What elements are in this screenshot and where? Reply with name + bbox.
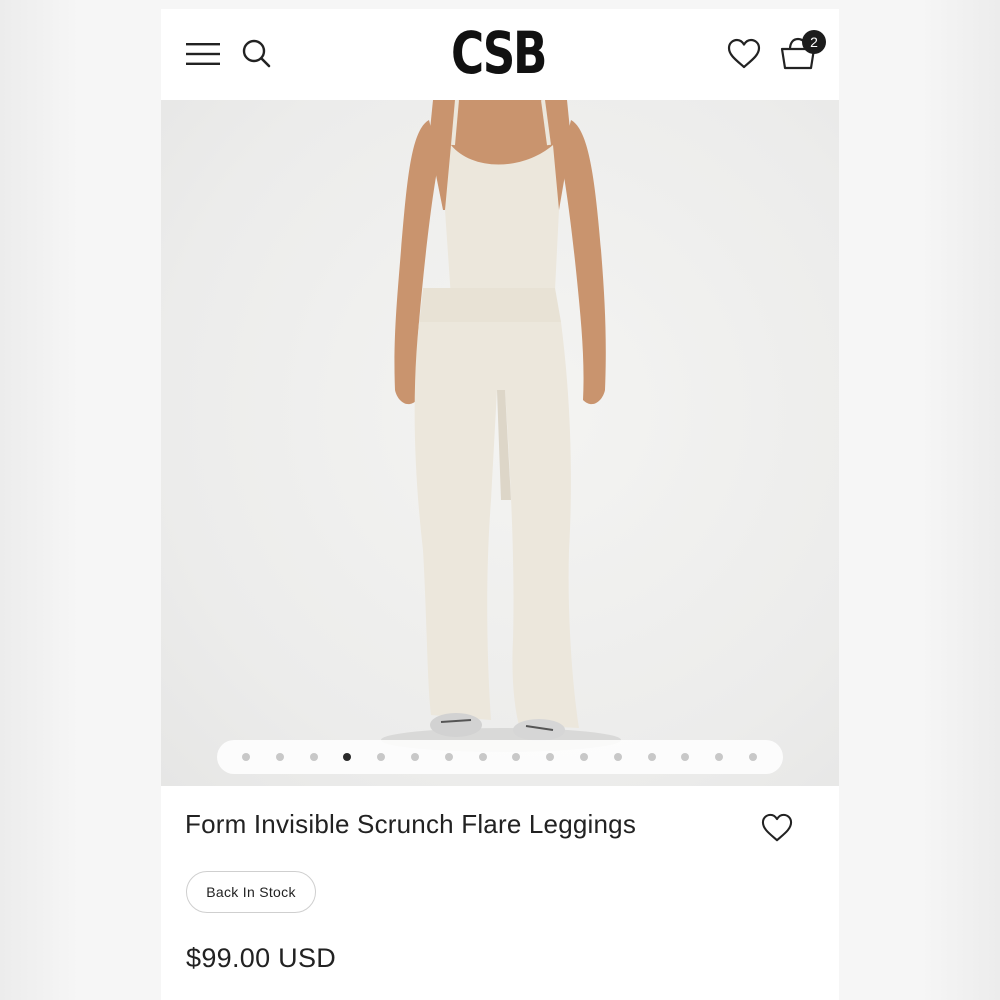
heart-icon[interactable] <box>761 813 793 843</box>
gallery-dot[interactable] <box>444 753 453 761</box>
product-title: Form Invisible Scrunch Flare Leggings <box>185 809 637 839</box>
menu-icon[interactable] <box>186 42 220 66</box>
gallery-dot[interactable] <box>613 753 622 761</box>
gallery-dot[interactable] <box>546 753 555 761</box>
product-price: $99.00 USD <box>186 943 337 973</box>
gallery-dot[interactable] <box>749 753 757 761</box>
gallery-pagination <box>217 740 783 774</box>
gallery-dot[interactable] <box>478 753 487 761</box>
gallery-dot[interactable] <box>377 753 386 761</box>
brand-logo[interactable]: CSB <box>451 23 547 83</box>
gallery-dot[interactable] <box>715 753 724 761</box>
product-image[interactable] <box>161 100 839 786</box>
stock-status-badge[interactable]: Back In Stock <box>186 871 316 913</box>
gallery-dot[interactable] <box>580 753 588 761</box>
site-header: CSB 2 <box>161 9 839 100</box>
cart-count-badge: 2 <box>802 30 826 54</box>
gallery-dot[interactable] <box>512 753 521 761</box>
mobile-page: CSB 2 Form Invisible Scrunch Flare Leggi… <box>161 9 839 1000</box>
search-icon[interactable] <box>241 38 271 68</box>
gallery-dot[interactable] <box>411 753 419 761</box>
gallery-dot[interactable] <box>343 753 352 761</box>
gallery-dot[interactable] <box>647 753 656 761</box>
gallery-dot[interactable] <box>309 753 318 761</box>
model-photo <box>381 100 621 752</box>
heart-icon[interactable] <box>727 38 761 70</box>
gallery-dot[interactable] <box>275 753 284 761</box>
gallery-dot[interactable] <box>242 753 250 761</box>
gallery-dot[interactable] <box>681 753 690 761</box>
